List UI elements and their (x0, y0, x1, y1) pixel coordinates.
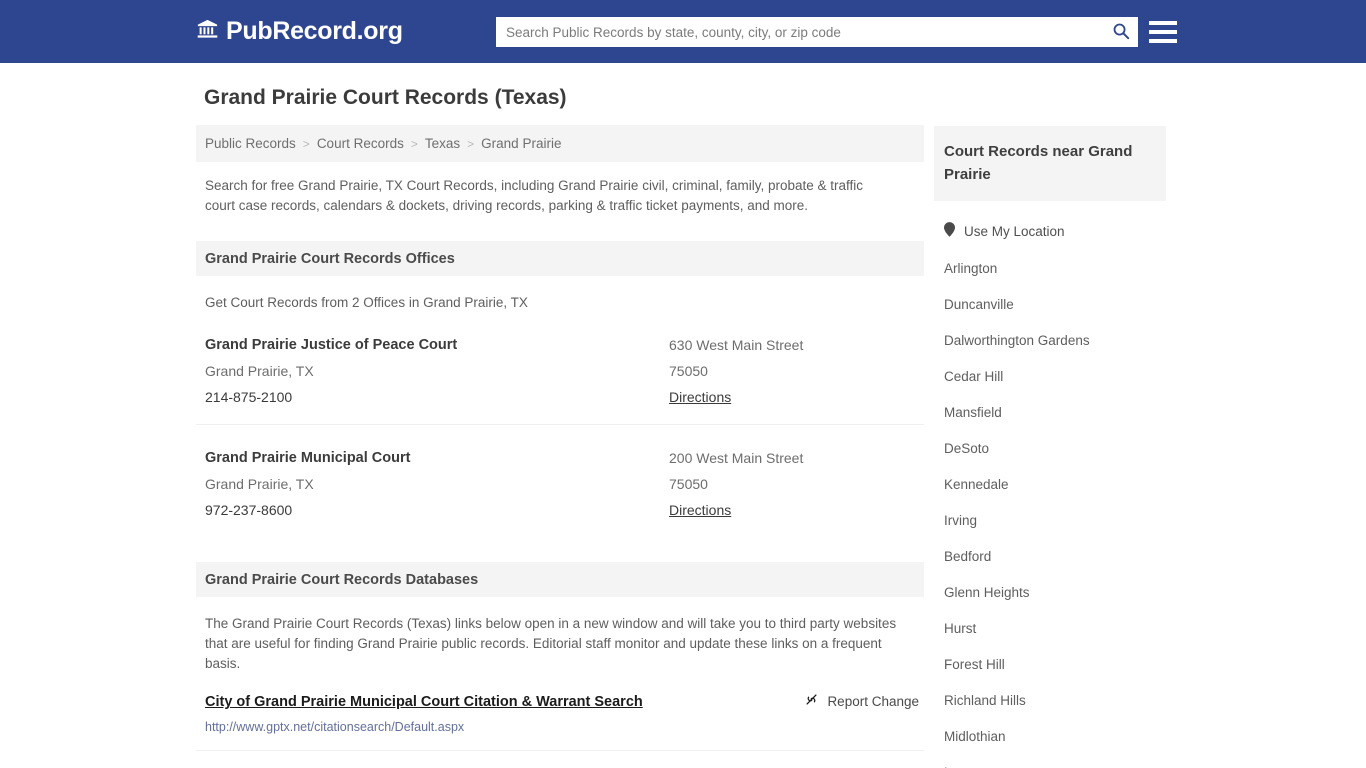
search-bar (496, 17, 1138, 47)
sidebar-item-cedar-hill[interactable]: Cedar Hill (934, 359, 1166, 395)
sidebar-item-midlothian[interactable]: Midlothian (934, 719, 1166, 755)
databases-section-heading: Grand Prairie Court Records Databases (196, 562, 924, 597)
map-pin-icon (944, 222, 955, 242)
sidebar-item-label: Arlington (944, 261, 998, 276)
broken-link-icon (804, 692, 819, 710)
sidebar-item-label: Use My Location (964, 224, 1065, 239)
breadcrumb-separator-icon: > (467, 136, 475, 151)
office-city-state: Grand Prairie, TX (205, 363, 314, 379)
office-row: Grand Prairie Justice of Peace Court Gra… (196, 312, 924, 424)
sidebar-item-label: Dalworthington Gardens (944, 333, 1090, 348)
bank-icon (196, 18, 219, 45)
office-phone: 214-875-2100 (205, 389, 293, 405)
office-zip: 75050 (669, 476, 708, 492)
search-input[interactable] (496, 18, 1104, 46)
sidebar-item-irving[interactable]: Irving (934, 503, 1166, 539)
sidebar-item-label: Richland Hills (944, 693, 1026, 708)
page-intro-text: Search for free Grand Prairie, TX Court … (205, 178, 863, 213)
site-logo[interactable]: PubRecord.org (196, 18, 403, 45)
sidebar-item-use-my-location[interactable]: Use My Location (934, 213, 1166, 251)
offices-section-subtitle: Get Court Records from 2 Offices in Gran… (205, 295, 528, 310)
database-link-title[interactable]: City of Grand Prairie Municipal Court Ci… (205, 692, 643, 712)
page-title: Grand Prairie Court Records (Texas) (204, 86, 567, 109)
sidebar-item-kennedale[interactable]: Kennedale (934, 467, 1166, 503)
database-row: City of Grand Prairie Municipal Court Ci… (196, 674, 924, 750)
breadcrumb-item-texas[interactable]: Texas (425, 136, 460, 151)
office-details: Grand Prairie Municipal Court Grand Prai… (205, 445, 669, 523)
sidebar-heading: Court Records near Grand Prairie (934, 126, 1166, 201)
breadcrumb-separator-icon: > (410, 136, 418, 151)
sidebar-item-label: Bedford (944, 549, 992, 564)
sidebar: Court Records near Grand Prairie Use My … (934, 126, 1166, 768)
office-zip: 75050 (669, 363, 708, 379)
office-name: Grand Prairie Justice of Peace Court (205, 337, 458, 353)
search-button[interactable] (1104, 17, 1138, 47)
sidebar-item-mansfield[interactable]: Mansfield (934, 395, 1166, 431)
sidebar-item-richland-hills[interactable]: Richland Hills (934, 683, 1166, 719)
sidebar-item-label: Forest Hill (944, 657, 1005, 672)
site-header: PubRecord.org (0, 0, 1366, 63)
report-change-button[interactable]: Report Change (804, 692, 919, 710)
office-phone: 972-237-8600 (205, 502, 293, 518)
databases-section-intro: The Grand Prairie Court Records (Texas) … (205, 616, 897, 671)
breadcrumb-item-court-records[interactable]: Court Records (317, 136, 404, 151)
office-city-state: Grand Prairie, TX (205, 476, 314, 492)
sidebar-item-arlington[interactable]: Arlington (934, 251, 1166, 287)
database-link-url[interactable]: http://www.gptx.net/citationsearch/Defau… (205, 719, 464, 735)
office-street: 630 West Main Street (669, 337, 804, 353)
sidebar-item-label: Lancaster (944, 764, 1003, 768)
sidebar-item-forest-hill[interactable]: Forest Hill (934, 647, 1166, 683)
sidebar-item-hurst[interactable]: Hurst (934, 611, 1166, 647)
sidebar-item-label: Cedar Hill (944, 369, 1004, 384)
sidebar-item-label: Duncanville (944, 297, 1014, 312)
sidebar-item-dalworthington-gardens[interactable]: Dalworthington Gardens (934, 323, 1166, 359)
sidebar-item-label: Midlothian (944, 729, 1006, 744)
office-details: Grand Prairie Justice of Peace Court Gra… (205, 332, 669, 410)
breadcrumb: Public Records > Court Records > Texas >… (196, 125, 924, 162)
database-row: City of Grand Prairie Municipal Court Ci… (196, 750, 924, 768)
sidebar-item-desoto[interactable]: DeSoto (934, 431, 1166, 467)
sidebar-item-duncanville[interactable]: Duncanville (934, 287, 1166, 323)
breadcrumb-separator-icon: > (302, 136, 310, 151)
sidebar-item-label: Mansfield (944, 405, 1002, 420)
directions-link[interactable]: Directions (669, 384, 731, 410)
office-street: 200 West Main Street (669, 450, 804, 466)
site-logo-text: PubRecord.org (226, 17, 403, 45)
report-change-label: Report Change (827, 693, 919, 709)
directions-link[interactable]: Directions (669, 497, 731, 523)
sidebar-item-bedford[interactable]: Bedford (934, 539, 1166, 575)
offices-section-heading: Grand Prairie Court Records Offices (196, 241, 924, 276)
search-icon (1112, 22, 1130, 43)
sidebar-item-label: DeSoto (944, 441, 990, 456)
sidebar-item-label: Kennedale (944, 477, 1009, 492)
sidebar-item-lancaster[interactable]: Lancaster (934, 755, 1166, 768)
office-address: 200 West Main Street 75050 Directions (669, 445, 915, 523)
main-content: Grand Prairie Court Records (Texas) Publ… (196, 85, 924, 768)
sidebar-item-glenn-heights[interactable]: Glenn Heights (934, 575, 1166, 611)
sidebar-list: Use My Location Arlington Duncanville Da… (934, 201, 1166, 768)
breadcrumb-item-grand-prairie[interactable]: Grand Prairie (481, 136, 561, 151)
office-name: Grand Prairie Municipal Court (205, 450, 411, 466)
sidebar-item-label: Hurst (944, 621, 977, 636)
sidebar-item-label: Irving (944, 513, 978, 528)
sidebar-item-label: Glenn Heights (944, 585, 1030, 600)
hamburger-menu-icon[interactable] (1149, 18, 1177, 46)
breadcrumb-item-public-records[interactable]: Public Records (205, 136, 296, 151)
office-address: 630 West Main Street 75050 Directions (669, 332, 915, 410)
office-row: Grand Prairie Municipal Court Grand Prai… (196, 424, 924, 537)
